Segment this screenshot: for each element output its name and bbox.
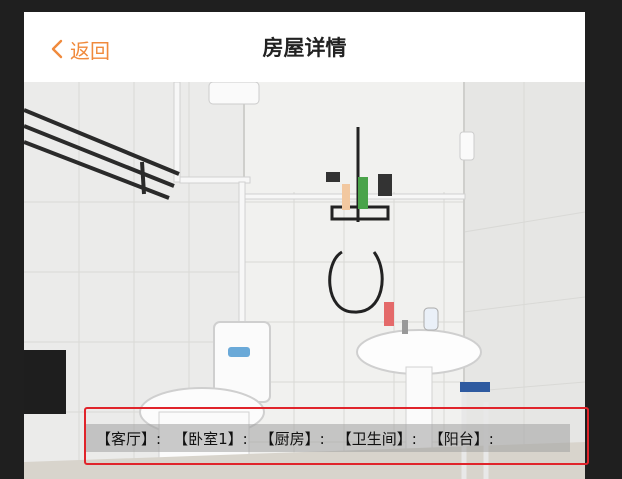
page-frame: 返回 房屋详情 【客厅】: 【卧室1】: 【厨房】: 【卫生间】: 【阳台】: xyxy=(24,12,585,479)
header-bar: 返回 房屋详情 xyxy=(24,12,585,82)
room-tab-bathroom[interactable]: 【卫生间】: xyxy=(337,428,417,449)
room-tab-balcony[interactable]: 【阳台】: xyxy=(429,428,494,449)
house-photo[interactable] xyxy=(24,82,585,479)
room-tab-kitchen[interactable]: 【厨房】: xyxy=(260,428,325,449)
room-tab-bar: 【客厅】: 【卧室1】: 【厨房】: 【卫生间】: 【阳台】: xyxy=(86,424,570,452)
room-tab-living[interactable]: 【客厅】: xyxy=(96,428,161,449)
room-tab-bedroom-1[interactable]: 【卧室1】: xyxy=(173,428,248,449)
page-title: 房屋详情 xyxy=(262,36,347,60)
